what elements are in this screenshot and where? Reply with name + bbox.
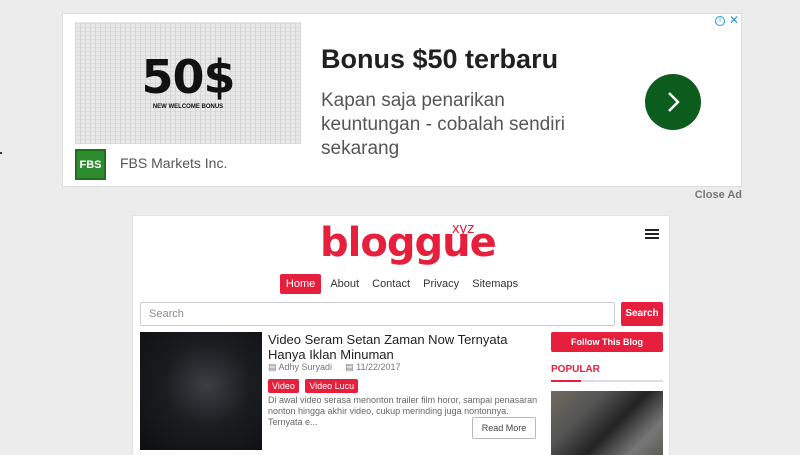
logo-suffix: xyz	[452, 220, 475, 237]
author-icon: ▤	[268, 362, 277, 372]
nav-item-home[interactable]: Home	[279, 274, 322, 294]
chevron-right-icon	[668, 92, 680, 112]
popular-heading: POPULAR	[551, 364, 600, 375]
ad-image[interactable]: 50$ NEW WELCOME BONUS	[75, 22, 301, 144]
post-thumbnail[interactable]	[140, 332, 262, 450]
ad-image-big-text: 50$	[141, 50, 235, 104]
nav-item-sitemaps[interactable]: Sitemaps	[468, 275, 522, 293]
popular-post-thumbnail[interactable]	[551, 391, 663, 455]
tag-video-lucu[interactable]: Video Lucu	[305, 379, 359, 393]
nav-item-about[interactable]: About	[326, 275, 363, 293]
post-date: 11/22/2017	[356, 362, 401, 372]
post-meta: ▤ Adhy Suryadi ▤ 11/22/2017	[268, 362, 401, 373]
ad-close-icon[interactable]: ✕	[729, 13, 739, 27]
tag-video[interactable]: Video	[268, 379, 299, 393]
advertiser-name[interactable]: FBS Markets Inc.	[120, 155, 227, 171]
ad-info-icon[interactable]: i	[715, 16, 725, 26]
post-author[interactable]: Adhy Suryadi	[279, 362, 333, 372]
blog-logo[interactable]: bloggue xyz	[320, 220, 497, 270]
ad-banner[interactable]: 50$ NEW WELCOME BONUS FBS FBS Markets In…	[62, 13, 742, 187]
post-title[interactable]: Video Seram Setan Zaman Now Ternyata Han…	[268, 332, 548, 362]
popular-divider	[551, 380, 663, 382]
calendar-icon: ▤	[345, 362, 354, 372]
ad-body-text[interactable]: Kapan saja penarikan keuntungan - cobala…	[321, 89, 591, 161]
ad-next-button[interactable]	[645, 74, 701, 130]
follow-blog-button[interactable]: Follow This Blog	[551, 332, 663, 352]
ad-image-small-text: NEW WELCOME BONUS	[152, 104, 224, 110]
search-input[interactable]: Search	[140, 302, 615, 326]
nav-item-contact[interactable]: Contact	[368, 275, 414, 293]
read-more-button[interactable]: Read More	[472, 417, 536, 439]
menu-icon[interactable]	[645, 229, 659, 239]
main-nav: Home About Contact Privacy Sitemaps	[133, 274, 669, 294]
post-tags: Video Video Lucu	[268, 376, 360, 394]
ad-headline[interactable]: Bonus $50 terbaru	[321, 44, 558, 75]
nav-item-privacy[interactable]: Privacy	[419, 275, 463, 293]
blog-page: bloggue xyz Home About Contact Privacy S…	[132, 215, 670, 455]
close-ad-link[interactable]: Close Ad	[695, 189, 742, 201]
search-button[interactable]: Search	[621, 302, 663, 326]
page-edge-mark	[0, 152, 2, 154]
advertiser-logo[interactable]: FBS	[75, 149, 106, 180]
